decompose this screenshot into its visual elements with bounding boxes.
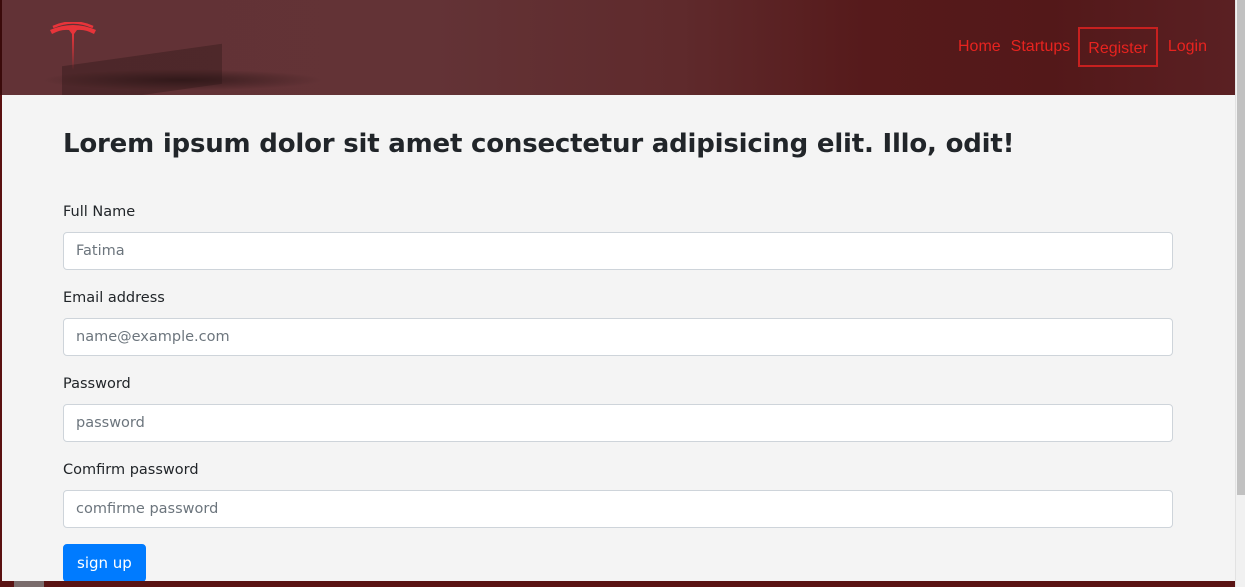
full-name-input[interactable]: [63, 232, 1173, 270]
tesla-t-logo-icon[interactable]: [47, 22, 99, 72]
nav-home-link[interactable]: Home: [954, 27, 1005, 67]
password-input[interactable]: [63, 404, 1173, 442]
site-header: Home Startups Register Login: [0, 0, 1235, 107]
password-label: Password: [63, 376, 131, 392]
nav-login-link[interactable]: Login: [1164, 27, 1211, 67]
confirm-password-input[interactable]: [63, 490, 1173, 528]
footer-strip: [0, 581, 1235, 587]
register-form-section: Lorem ipsum dolor sit amet consectetur a…: [2, 95, 1235, 582]
email-label: Email address: [63, 290, 165, 306]
page: Home Startups Register Login Lorem ipsum…: [0, 0, 1235, 587]
main-nav: Home Startups Register Login: [952, 25, 1211, 69]
full-name-label: Full Name: [63, 204, 136, 220]
page-scrollbar[interactable]: [1235, 0, 1245, 587]
sign-up-button[interactable]: sign up: [63, 544, 146, 582]
page-heading: Lorem ipsum dolor sit amet consectetur a…: [63, 129, 1015, 159]
nav-register-link[interactable]: Register: [1078, 27, 1158, 67]
email-input[interactable]: [63, 318, 1173, 356]
nav-startups-link[interactable]: Startups: [1007, 27, 1075, 67]
confirm-password-label: Comfirm password: [63, 462, 199, 478]
scrollbar-thumb[interactable]: [1237, 0, 1245, 495]
footer-mark: [14, 581, 44, 587]
